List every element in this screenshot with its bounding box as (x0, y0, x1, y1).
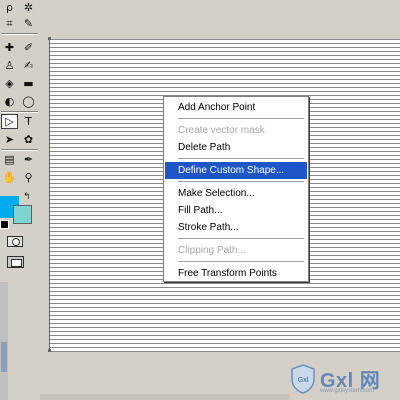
tool-row: ◐ ◯ (0, 94, 40, 110)
watermark-url: www.gxlsystem.com (320, 388, 375, 394)
path-anchor-top-left[interactable] (48, 37, 51, 40)
menu-item-clipping-path: Clipping Path... (178, 245, 246, 256)
tool-row: ▤ ✒ (0, 152, 40, 168)
path-context-menu: Add Anchor Point Create vector mask Delete… (163, 96, 309, 282)
swap-colors-icon[interactable]: ↰ (23, 192, 31, 202)
type-tool-icon[interactable]: T (20, 114, 37, 129)
tool-row: ✋ ⚲ (0, 170, 40, 186)
zoom-tool-icon[interactable]: ⚲ (20, 170, 37, 185)
direct-selection-tool-icon[interactable]: ➤ (1, 132, 18, 147)
site-watermark: Gxl Gxl 网 www.gxlsystem.com (290, 362, 398, 398)
menu-item-make-selection[interactable]: Make Selection... (165, 185, 307, 202)
eyedropper-tool-icon[interactable]: ✒ (20, 152, 37, 167)
menu-separator (178, 158, 304, 160)
path-anchor-bottom-left[interactable] (48, 349, 51, 352)
clone-stamp-tool-icon[interactable]: ♙ (1, 58, 18, 73)
menu-item-free-transform-points[interactable]: Free Transform Points (165, 265, 307, 282)
tool-divider (1, 33, 38, 35)
status-strip (40, 394, 290, 400)
slice-tool-icon[interactable]: ✎ (20, 16, 37, 31)
custom-shape-tool-icon[interactable]: ✿ (20, 132, 37, 147)
hand-tool-icon[interactable]: ✋ (1, 170, 18, 185)
quick-mask-icon[interactable] (7, 236, 23, 247)
tool-row: ♙ ✍ (0, 58, 40, 74)
history-brush-tool-icon[interactable]: ✍ (20, 58, 37, 73)
menu-item-delete-path[interactable]: Delete Path (165, 139, 307, 156)
menu-item-define-custom-shape[interactable]: Define Custom Shape... (165, 162, 307, 179)
tool-row: ▷ T (0, 114, 40, 130)
tool-divider (1, 111, 38, 113)
menu-separator (178, 238, 304, 240)
path-selection-tool-icon[interactable]: ▷ (1, 114, 18, 129)
tools-palette: ρ ✲ ⌗ ✎ ✚ ✐ ♙ ✍ ◈ ▬ ◐ ◯ ▷ T ➤ ✿ ▤ ✒ ✋ ⚲ ↰ (0, 0, 41, 278)
svg-text:Gxl: Gxl (298, 377, 309, 384)
shield-logo-icon: Gxl (291, 364, 315, 394)
menu-separator (178, 118, 304, 120)
menu-item-add-anchor-point[interactable]: Add Anchor Point (165, 99, 307, 116)
left-scrollbar[interactable] (0, 282, 8, 400)
default-colors-icon[interactable] (0, 220, 9, 229)
screen-mode-icon[interactable] (7, 256, 24, 268)
menu-separator (178, 181, 304, 183)
eraser-tool-icon[interactable]: ◈ (1, 76, 18, 91)
tool-row: ⌗ ✎ (0, 16, 40, 32)
background-color-swatch[interactable] (13, 205, 32, 224)
menu-item-create-vector-mask: Create vector mask (178, 125, 265, 136)
notes-tool-icon[interactable]: ▤ (1, 152, 18, 167)
tool-row: ➤ ✿ (0, 132, 40, 148)
gradient-tool-icon[interactable]: ▬ (20, 76, 37, 91)
left-scrollbar-thumb[interactable] (1, 342, 7, 372)
tool-divider (1, 149, 38, 151)
blur-tool-icon[interactable]: ◐ (1, 94, 18, 109)
lasso-tool-icon[interactable]: ρ (1, 0, 18, 15)
tool-row: ◈ ▬ (0, 76, 40, 92)
menu-item-stroke-path[interactable]: Stroke Path... (165, 219, 307, 236)
crop-tool-icon[interactable]: ⌗ (1, 16, 18, 31)
menu-separator (178, 261, 304, 263)
magic-wand-tool-icon[interactable]: ✲ (20, 0, 37, 15)
menu-item-fill-path[interactable]: Fill Path... (165, 202, 307, 219)
tool-row: ρ ✲ (0, 0, 40, 16)
healing-brush-tool-icon[interactable]: ✚ (1, 40, 18, 55)
brush-tool-icon[interactable]: ✐ (20, 40, 37, 55)
dodge-tool-icon[interactable]: ◯ (20, 94, 37, 109)
tool-row: ✚ ✐ (0, 40, 40, 56)
